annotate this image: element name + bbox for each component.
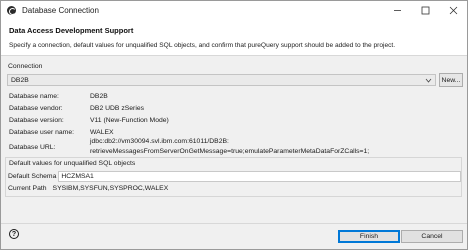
default-schema-value: HCZMSA1 [61, 173, 94, 180]
dialog-title: Data Access Development Support [9, 26, 134, 35]
database-url-value-line1: jdbc:db2://vm30094.svl.ibm.com:61011/DB2… [90, 138, 229, 145]
eclipse-app-icon [7, 5, 16, 15]
help-icon[interactable]: ? [9, 229, 19, 239]
database-version-label: Database version: [9, 117, 64, 124]
title-bar: Database Connection [1, 1, 467, 19]
window-controls [383, 1, 467, 19]
current-path-value: SYSIBM,SYSFUN,SYSPROC,WALEX [52, 185, 169, 192]
minimize-icon[interactable] [383, 1, 411, 19]
database-name-label: Database name: [9, 93, 59, 100]
current-path-label: Current Path [8, 185, 47, 192]
default-schema-label: Default Schema [8, 173, 57, 180]
connection-label: Connection [8, 63, 43, 70]
dialog-header: Data Access Development Support Specify … [1, 19, 467, 56]
database-url-label: Database URL: [9, 144, 56, 151]
database-user-label: Database user name: [9, 129, 74, 136]
database-user-value: WALEX [90, 129, 114, 136]
database-name-value: DB2B [90, 93, 108, 100]
database-url-value-line2: retrieveMessagesFromServerOnGetMessage=t… [90, 148, 370, 155]
database-version-value: V11 (New-Function Mode) [90, 117, 169, 124]
default-schema-input[interactable]: HCZMSA1 [58, 171, 461, 182]
close-icon[interactable] [439, 1, 467, 19]
cancel-button[interactable]: Cancel [401, 230, 463, 243]
current-path-input[interactable]: SYSIBM,SYSFUN,SYSPROC,WALEX [50, 183, 461, 194]
chevron-down-icon [425, 78, 432, 83]
new-connection-button[interactable]: New... [439, 73, 463, 87]
connection-combo[interactable]: DB2B [7, 74, 436, 86]
defaults-group-title: Default values for unqualified SQL objec… [9, 160, 136, 167]
maximize-icon[interactable] [411, 1, 439, 19]
current-path-row: Current Path SYSIBM,SYSFUN,SYSPROC,WALEX [8, 183, 461, 194]
dialog-description: Specify a connection, default values for… [9, 42, 396, 49]
default-schema-row: Default Schema HCZMSA1 [8, 171, 461, 182]
footer-separator [1, 223, 467, 224]
database-connection-dialog: Database Connection Data Access Developm… [0, 0, 468, 250]
database-vendor-value: DB2 UDB zSeries [90, 105, 145, 112]
database-vendor-label: Database vendor: [9, 105, 63, 112]
connection-selected-value: DB2B [11, 76, 29, 84]
finish-button[interactable]: Finish [338, 230, 400, 243]
window-title: Database Connection [22, 5, 99, 15]
